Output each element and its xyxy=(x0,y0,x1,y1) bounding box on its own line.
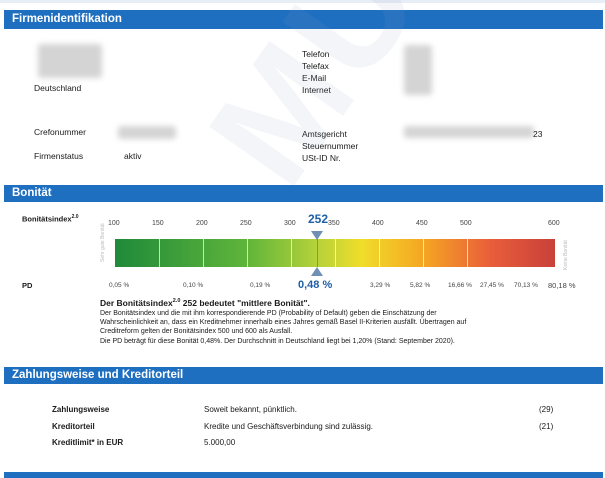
next-section-bar xyxy=(4,472,603,478)
pd-value-8: 70,13 % xyxy=(514,282,538,289)
desc-title-part-a: Der Bonitätsindex xyxy=(100,298,173,308)
pd-value-7: 27,45 % xyxy=(480,282,504,289)
value-payment-behavior: Soweit bekannt, pünktlich. xyxy=(204,405,297,414)
scale-separator xyxy=(291,239,292,267)
rating-description-title: Der Bonitätsindex2.0 252 bedeutet "mittl… xyxy=(100,298,310,308)
desc-line-4: Die PD beträgt für diese Bonität 0,48%. … xyxy=(100,338,455,345)
pd-value-5: 5,82 % xyxy=(410,282,431,289)
scale-tick-100: 100 xyxy=(108,220,120,227)
scale-tick-350: 350 xyxy=(328,220,340,227)
value-credit-judgement: Kredite und Geschäftsverbindung sind zul… xyxy=(204,422,373,431)
court-value-partial: 23 xyxy=(533,129,543,139)
scale-tick-250: 250 xyxy=(240,220,252,227)
scale-tick-300: 300 xyxy=(284,220,296,227)
desc-line-2: Wahrscheinlichkeit an, dass ein Kreditne… xyxy=(100,319,467,326)
pd-label: PD xyxy=(22,281,33,290)
desc-line-1: Der Bonitätsindex und die mit ihm korres… xyxy=(100,310,437,317)
redacted-court-value xyxy=(404,126,534,138)
watermark: MUSTER xyxy=(175,0,605,214)
label-crefo-number: Crefonummer xyxy=(34,127,86,137)
pd-at-score: 0,48 % xyxy=(298,279,333,291)
pd-value-9: 80,18 % xyxy=(548,281,576,290)
scale-separator xyxy=(335,239,336,267)
rail-label-right: Keine Bonität xyxy=(563,240,569,270)
section-header-payment: Zahlungsweise und Kreditorteil xyxy=(4,367,603,384)
pd-value-3: 0,19 % xyxy=(250,282,271,289)
firm-status-value: aktiv xyxy=(124,151,142,161)
rail-label-left: Sehr gute Bonität xyxy=(100,223,106,262)
pd-value-6: 16,66 % xyxy=(448,282,472,289)
desc-line-3: Creditreform gelten der Bonitätsindex 50… xyxy=(100,328,293,335)
scale-tick-400: 400 xyxy=(372,220,384,227)
score-marker-line xyxy=(317,239,318,267)
scale-tick-150: 150 xyxy=(152,220,164,227)
scale-tick-200: 200 xyxy=(196,220,208,227)
index-label: Bonitätsindex2.0 xyxy=(22,214,79,224)
value-credit-limit: 5.000,00 xyxy=(204,438,236,447)
index-label-sup: 2.0 xyxy=(71,214,79,220)
score-value: 252 xyxy=(308,212,329,226)
code-payment-behavior: (29) xyxy=(539,405,554,414)
firm-country: Deutschland xyxy=(34,83,82,93)
scale-tick-500: 500 xyxy=(460,220,472,227)
label-credit-limit: Kreditlimit* in EUR xyxy=(52,438,124,447)
label-firm-status: Firmenstatus xyxy=(34,151,84,161)
desc-title-part-b: 252 bedeutet "mittlere Bonität". xyxy=(182,298,310,308)
scale-separator xyxy=(203,239,204,267)
desc-title-sup: 2.0 xyxy=(172,298,181,305)
label-credit-judgement: Kreditorteil xyxy=(52,422,95,431)
index-label-text: Bonitätsindex xyxy=(22,214,72,224)
label-payment-behavior: Zahlungsweise xyxy=(52,405,110,414)
code-credit-judgement: (21) xyxy=(539,422,554,431)
pd-value-4: 3,29 % xyxy=(370,282,391,289)
pd-value-2: 0,10 % xyxy=(183,282,204,289)
redacted-crefo-number xyxy=(118,126,176,139)
pd-value-1: 0,05 % xyxy=(109,282,130,289)
score-marker-bottom xyxy=(311,267,323,276)
scale-separator xyxy=(423,239,424,267)
scale-separator xyxy=(379,239,380,267)
scale-separator xyxy=(467,239,468,267)
scale-separator xyxy=(159,239,160,267)
scale-separator xyxy=(247,239,248,267)
redacted-company-name xyxy=(38,44,102,78)
scale-tick-450: 450 xyxy=(416,220,428,227)
scale-tick-600: 600 xyxy=(548,220,560,227)
